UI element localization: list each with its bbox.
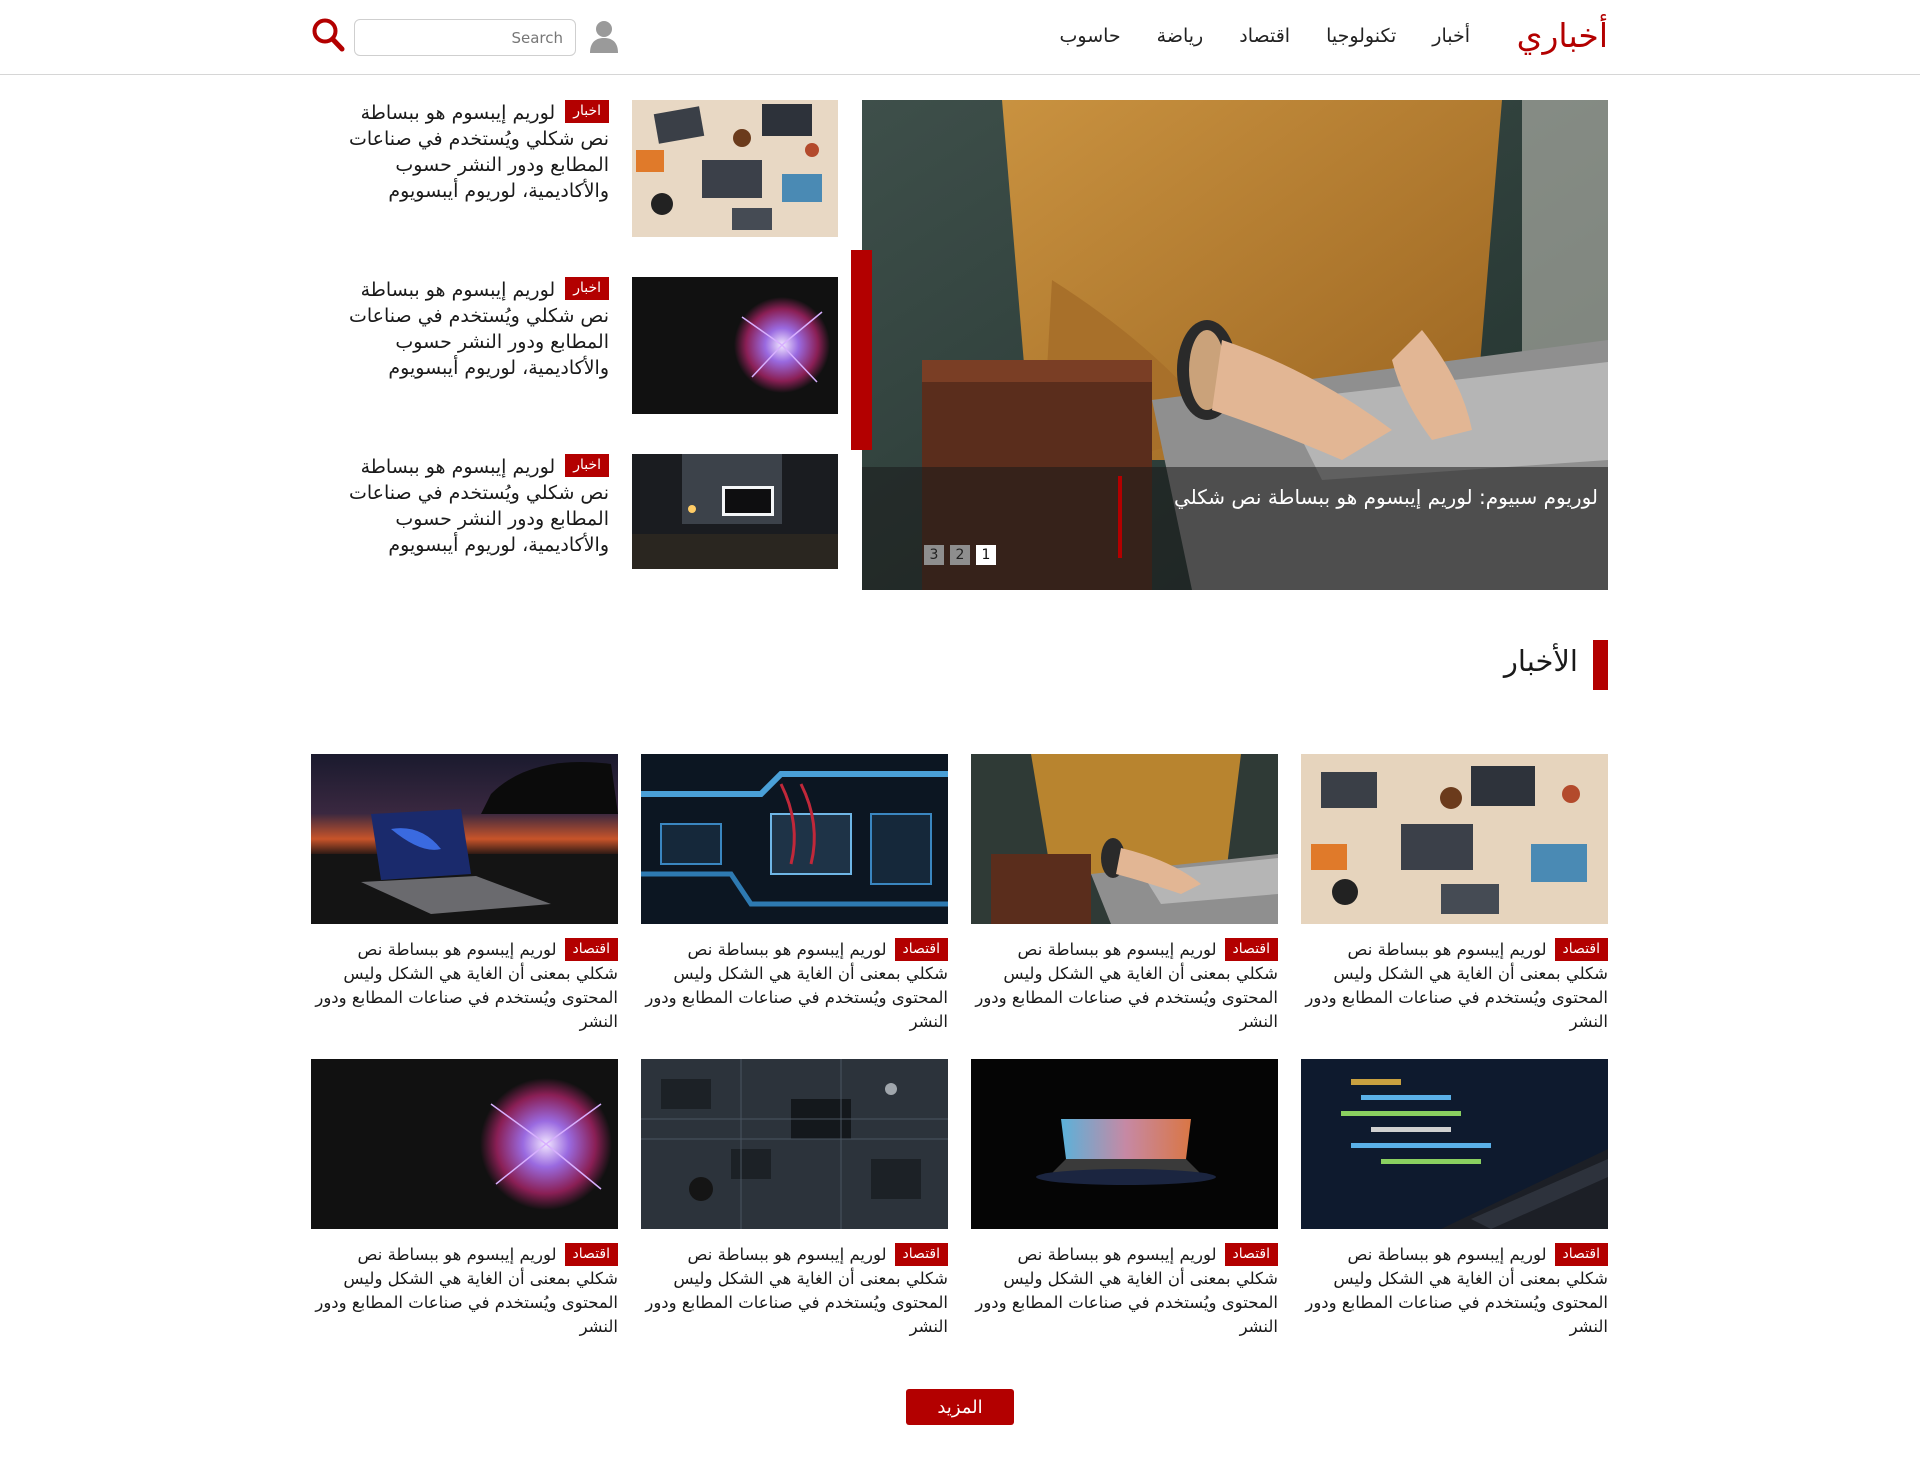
hero-caption-bar (1118, 476, 1122, 558)
search-icon[interactable] (311, 17, 345, 53)
news-card-image[interactable] (311, 754, 618, 924)
nav-item-sports[interactable]: رياضة (1157, 25, 1204, 47)
news-card-text[interactable]: اقتصادلوريم إيبسوم هو ببساطة نص شكلي بمع… (311, 938, 618, 1034)
side-news-thumb[interactable] (632, 100, 838, 237)
news-card[interactable]: اقتصادلوريم إيبسوم هو ببساطة نص شكلي بمع… (311, 1059, 618, 1339)
news-card-image[interactable] (971, 1059, 1278, 1229)
news-card-text[interactable]: اقتصادلوريم إيبسوم هو ببساطة نص شكلي بمع… (971, 1243, 1278, 1339)
hero-pager: 3 2 1 (924, 545, 996, 565)
section-title: الأخبار (1503, 644, 1578, 678)
nav-item-news[interactable]: أخبار (1432, 25, 1470, 47)
category-tag[interactable]: اقتصاد (894, 938, 948, 961)
news-card[interactable]: اقتصادلوريم إيبسوم هو ببساطة نص شكلي بمع… (1301, 1059, 1608, 1339)
news-card[interactable]: اقتصادلوريم إيبسوم هو ببساطة نص شكلي بمع… (641, 1059, 948, 1339)
news-card-image[interactable] (311, 1059, 618, 1229)
search-input[interactable] (354, 19, 576, 56)
category-tag[interactable]: اقتصاد (564, 1243, 618, 1266)
category-tag[interactable]: اخبار (565, 100, 609, 123)
side-news-item[interactable]: اخبارلوريم إيبسوم هو ببساطة نص شكلي ويُس… (330, 454, 838, 594)
news-card-text[interactable]: اقتصادلوريم إيبسوم هو ببساطة نص شكلي بمع… (1301, 938, 1608, 1034)
category-tag[interactable]: اخبار (565, 454, 609, 477)
side-news-text[interactable]: اخبارلوريم إيبسوم هو ببساطة نص شكلي ويُس… (329, 100, 609, 204)
main-nav: أخبار تكنولوجيا اقتصاد رياضة حاسوب (1060, 25, 1471, 47)
news-card-image[interactable] (971, 754, 1278, 924)
nav-item-economy[interactable]: اقتصاد (1239, 25, 1290, 47)
nav-item-technology[interactable]: تكنولوجيا (1326, 25, 1396, 47)
news-card-image[interactable] (1301, 754, 1608, 924)
side-news-thumb[interactable] (632, 454, 838, 569)
hero-page-3[interactable]: 3 (924, 545, 944, 565)
news-card-text[interactable]: اقتصادلوريم إيبسوم هو ببساطة نص شكلي بمع… (641, 1243, 948, 1339)
news-card-text[interactable]: اقتصادلوريم إيبسوم هو ببساطة نص شكلي بمع… (971, 938, 1278, 1034)
hero-caption[interactable]: لوريوم سبيوم: لوريم إيبسوم هو ببساطة نص … (1128, 485, 1598, 509)
hero-accent-bar (851, 250, 872, 450)
news-card[interactable]: اقتصادلوريم إيبسوم هو ببساطة نص شكلي بمع… (311, 754, 618, 1034)
category-tag[interactable]: اقتصاد (894, 1243, 948, 1266)
news-card-image[interactable] (641, 1059, 948, 1229)
side-news-item[interactable]: اخبارلوريم إيبسوم هو ببساطة نص شكلي ويُس… (330, 100, 838, 240)
hero-page-2[interactable]: 2 (950, 545, 970, 565)
side-news-text[interactable]: اخبارلوريم إيبسوم هو ببساطة نص شكلي ويُس… (329, 277, 609, 381)
news-card-text[interactable]: اقتصادلوريم إيبسوم هو ببساطة نص شكلي بمع… (641, 938, 948, 1034)
category-tag[interactable]: اقتصاد (564, 938, 618, 961)
news-card[interactable]: اقتصادلوريم إيبسوم هو ببساطة نص شكلي بمع… (641, 754, 948, 1034)
side-news-text[interactable]: اخبارلوريم إيبسوم هو ببساطة نص شكلي ويُس… (329, 454, 609, 558)
category-tag[interactable]: اقتصاد (1224, 1243, 1278, 1266)
category-tag[interactable]: اخبار (565, 277, 609, 300)
side-news-item[interactable]: اخبارلوريم إيبسوم هو ببساطة نص شكلي ويُس… (330, 277, 838, 417)
news-card[interactable]: اقتصادلوريم إيبسوم هو ببساطة نص شكلي بمع… (971, 754, 1278, 1034)
load-more-button[interactable]: المزيد (906, 1389, 1014, 1425)
news-card-text[interactable]: اقتصادلوريم إيبسوم هو ببساطة نص شكلي بمع… (311, 1243, 618, 1339)
site-logo[interactable]: أخباري (1517, 16, 1608, 55)
user-icon[interactable] (589, 19, 619, 53)
news-card[interactable]: اقتصادلوريم إيبسوم هو ببساطة نص شكلي بمع… (971, 1059, 1278, 1339)
news-card-text[interactable]: اقتصادلوريم إيبسوم هو ببساطة نص شكلي بمع… (1301, 1243, 1608, 1339)
news-card[interactable]: اقتصادلوريم إيبسوم هو ببساطة نص شكلي بمع… (1301, 754, 1608, 1034)
side-news-thumb[interactable] (632, 277, 838, 414)
category-tag[interactable]: اقتصاد (1224, 938, 1278, 961)
category-tag[interactable]: اقتصاد (1554, 1243, 1608, 1266)
category-tag[interactable]: اقتصاد (1554, 938, 1608, 961)
site-header: أخباري أخبار تكنولوجيا اقتصاد رياضة حاسو… (0, 0, 1920, 75)
hero-page-1[interactable]: 1 (976, 545, 996, 565)
news-card-image[interactable] (1301, 1059, 1608, 1229)
news-card-image[interactable] (641, 754, 948, 924)
nav-item-computer[interactable]: حاسوب (1060, 25, 1121, 47)
section-title-bar (1593, 640, 1608, 690)
